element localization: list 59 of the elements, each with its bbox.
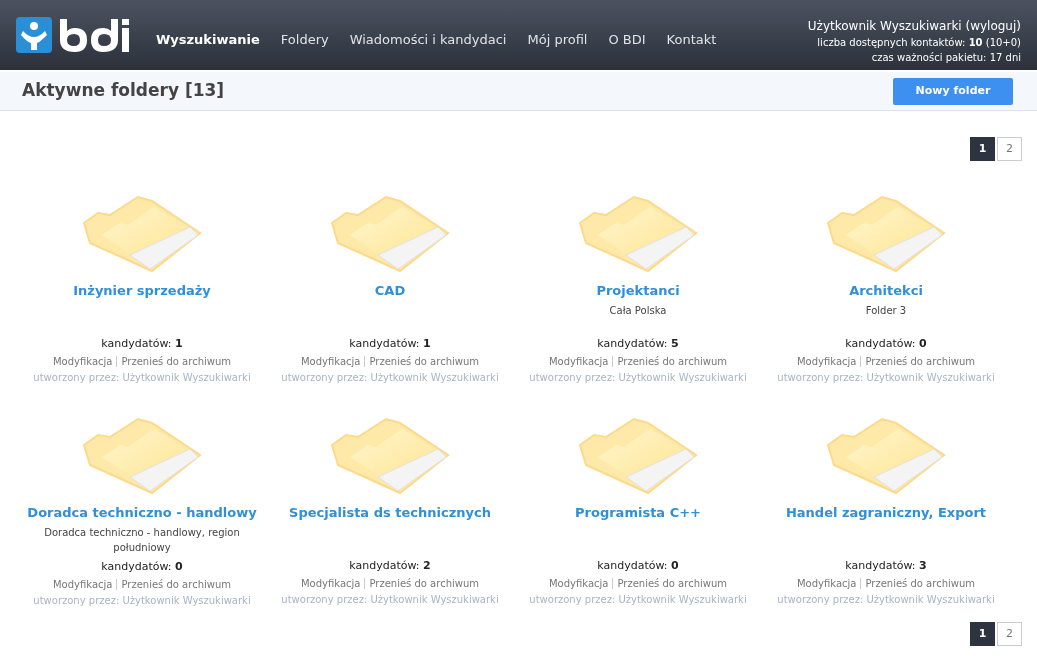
folder-title[interactable]: Handel zagraniczny, Export: [785, 503, 987, 523]
candidate-count: kandydatów: 2: [349, 557, 431, 574]
nav-link[interactable]: O BDI: [608, 30, 646, 50]
nav-link[interactable]: Wiadomości i kandydaci: [349, 30, 507, 50]
archive-link[interactable]: Przenieś do archiwum: [865, 354, 975, 369]
folder-title[interactable]: CAD: [374, 281, 406, 301]
candidate-count: kandydatów: 1: [349, 335, 431, 352]
creator-text: utworzony przez: Użytkownik Wyszukiwarki: [281, 593, 499, 607]
candidate-count: kandydatów: 3: [845, 557, 927, 574]
page-button[interactable]: 1: [970, 622, 995, 646]
creator-text: utworzony przez: Użytkownik Wyszukiwarki: [33, 371, 251, 385]
modify-link[interactable]: Modyfikacja: [53, 577, 113, 592]
archive-link[interactable]: Przenieś do archiwum: [617, 576, 727, 591]
creator-text: utworzony przez: Użytkownik Wyszukiwarki: [777, 371, 995, 385]
candidate-count: kandydatów: 0: [845, 335, 927, 352]
page-title: Aktywne foldery [13]: [22, 79, 225, 103]
folder-description: Cała Polska: [609, 303, 667, 318]
candidate-count: kandydatów: 0: [101, 558, 183, 575]
candidate-count: kandydatów: 0: [597, 557, 679, 574]
modify-link[interactable]: Modyfikacja: [549, 354, 609, 369]
modify-link[interactable]: Modyfikacja: [53, 354, 113, 369]
creator-text: utworzony przez: Użytkownik Wyszukiwarki: [281, 371, 499, 385]
archive-link[interactable]: Przenieś do archiwum: [369, 354, 479, 369]
archive-link[interactable]: Przenieś do archiwum: [121, 577, 231, 592]
nav-link[interactable]: Foldery: [280, 30, 329, 50]
archive-link[interactable]: Przenieś do archiwum: [865, 576, 975, 591]
folder-title[interactable]: Doradca techniczno - handlowy: [27, 503, 257, 523]
folder-title[interactable]: Architekci: [849, 281, 923, 301]
modify-link[interactable]: Modyfikacja: [301, 354, 361, 369]
folder-title[interactable]: Specjalista ds technicznych: [289, 503, 491, 523]
new-folder-button[interactable]: Nowy folder: [893, 77, 1013, 105]
creator-text: utworzony przez: Użytkownik Wyszukiwarki: [33, 594, 251, 608]
creator-text: utworzony przez: Użytkownik Wyszukiwarki: [777, 593, 995, 607]
archive-link[interactable]: Przenieś do archiwum: [121, 354, 231, 369]
modify-link[interactable]: Modyfikacja: [301, 576, 361, 591]
modify-link[interactable]: Modyfikacja: [797, 576, 857, 591]
contacts-info: liczba dostępnych kontaktów: 10 (10+0): [817, 36, 1021, 50]
folder-title[interactable]: Programista C++: [575, 503, 701, 523]
creator-text: utworzony przez: Użytkownik Wyszukiwarki: [529, 371, 747, 385]
archive-link[interactable]: Przenieś do archiwum: [369, 576, 479, 591]
folder-description: Doradca techniczno - handlowy, region południowy: [43, 525, 241, 555]
package-expiry: czas ważności pakietu: 17 dni: [871, 51, 1021, 65]
folder-title[interactable]: Projektanci: [596, 281, 680, 301]
nav-link[interactable]: Kontakt: [666, 30, 717, 50]
folder-description: Folder 3: [865, 303, 907, 318]
modify-link[interactable]: Modyfikacja: [549, 576, 609, 591]
user-name: Użytkownik Wyszukiwarki (wyloguj): [807, 18, 1021, 35]
logo-icon: [16, 17, 52, 53]
nav-link[interactable]: Wyszukiwanie: [156, 30, 260, 50]
folder-title[interactable]: Inżynier sprzedaży: [73, 281, 211, 301]
page-button[interactable]: 1: [970, 137, 995, 161]
candidate-count: kandydatów: 5: [597, 335, 679, 352]
candidate-count: kandydatów: 1: [101, 335, 183, 352]
archive-link[interactable]: Przenieś do archiwum: [617, 354, 727, 369]
page-button[interactable]: 2: [997, 622, 1022, 646]
creator-text: utworzony przez: Użytkownik Wyszukiwarki: [529, 593, 747, 607]
nav-link[interactable]: Mój profil: [527, 30, 588, 50]
modify-link[interactable]: Modyfikacja: [797, 354, 857, 369]
page-button[interactable]: 2: [997, 137, 1022, 161]
